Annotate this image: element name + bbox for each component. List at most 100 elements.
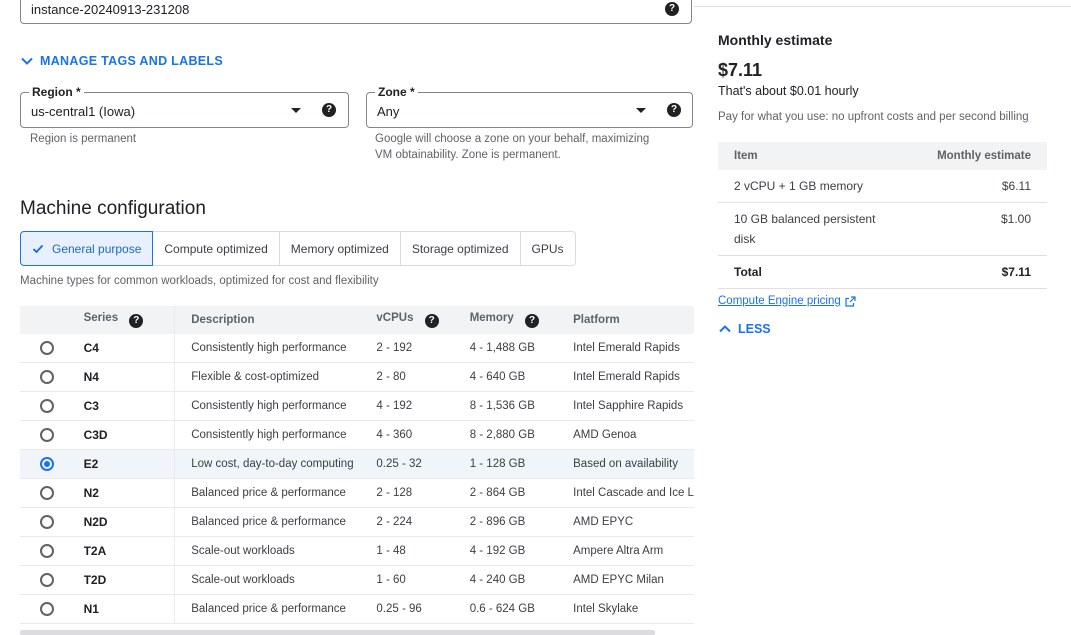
horizontal-scrollbar[interactable] <box>20 630 655 635</box>
series-vcpus: 2 - 128 <box>376 478 470 508</box>
series-description: Low cost, day-to-day computing <box>174 449 377 479</box>
series-memory: 8 - 1,536 GB <box>469 391 574 421</box>
series-radio[interactable] <box>40 515 54 529</box>
series-description: Balanced price & performance <box>174 478 377 508</box>
series-name: N4 <box>83 370 99 384</box>
series-row-c3d[interactable]: C3D Consistently high performance 4 - 360 8… <box>20 420 694 450</box>
series-radio-cell[interactable] <box>20 478 84 508</box>
series-radio-cell[interactable] <box>20 362 84 392</box>
tab-label: Storage optimized <box>411 241 509 256</box>
series-row-c3[interactable]: C3 Consistently high performance 4 - 192 8 … <box>20 391 694 421</box>
series-name-cell: T2D <box>83 565 176 595</box>
series-memory: 1 - 128 GB <box>469 449 574 479</box>
cost-item-line-1: 10 GB balanced persistent <box>734 212 876 226</box>
series-vcpus: 0.25 - 96 <box>376 594 470 624</box>
series-table-body: C4 Consistently high performance 2 - 192 4 … <box>20 334 694 624</box>
help-icon[interactable]: ? <box>129 314 144 328</box>
series-name: N2D <box>83 515 108 529</box>
series-platform: Ampere Altra Arm <box>573 536 694 566</box>
series-memory: 4 - 240 GB <box>469 565 574 595</box>
series-radio[interactable] <box>40 573 54 587</box>
series-name-cell: C3 <box>83 391 176 421</box>
series-name: T2D <box>83 573 107 587</box>
tab-general-purpose[interactable]: General purpose <box>20 231 154 266</box>
series-vcpus: 2 - 224 <box>376 507 470 537</box>
pricing-link-label: Compute Engine pricing <box>718 295 841 307</box>
help-icon[interactable]: ? <box>665 2 679 16</box>
series-radio-cell[interactable] <box>20 507 84 537</box>
dropdown-arrow-icon <box>636 108 646 113</box>
series-radio[interactable] <box>40 341 54 355</box>
estimate-hourly: That's about $0.01 hourly <box>718 84 859 98</box>
series-memory: 2 - 896 GB <box>469 507 574 537</box>
series-row-t2a[interactable]: T2A Scale-out workloads 1 - 48 4 - 192 GB Am… <box>20 536 694 566</box>
series-vcpus: 1 - 60 <box>376 565 470 595</box>
series-row-n2d[interactable]: N2D Balanced price & performance 2 - 224 2 … <box>20 507 694 537</box>
series-name-cell: N1 <box>83 594 176 624</box>
series-radio-cell[interactable] <box>20 420 84 450</box>
chevron-up-icon <box>719 325 731 333</box>
help-icon[interactable]: ? <box>424 314 439 328</box>
series-radio[interactable] <box>40 544 54 558</box>
chevron-down-icon <box>21 57 33 65</box>
zone-hint-line-1: Google will choose a zone on your behalf… <box>375 133 650 145</box>
series-radio-cell[interactable] <box>20 391 84 421</box>
vcpus-header-label: vCPUs <box>376 312 414 324</box>
series-row-n1[interactable]: N1 Balanced price & performance 0.25 - 96 0… <box>20 594 694 624</box>
tab-compute-optimized[interactable]: Compute optimized <box>153 231 280 266</box>
series-radio-cell[interactable] <box>20 594 84 624</box>
region-hint: Region is permanent <box>30 133 137 145</box>
help-icon[interactable]: ? <box>322 103 336 117</box>
instance-name-field[interactable]: instance-20240913-231208 ? <box>20 0 692 24</box>
manage-tags-toggle[interactable]: MANAGE TAGS AND LABELS <box>20 54 223 68</box>
machine-family-tabs: General purpose Compute optimized Memory… <box>20 231 576 266</box>
zone-select[interactable]: Zone * Any ? <box>366 85 693 128</box>
series-radio-cell[interactable] <box>20 536 84 566</box>
memory-header-label: Memory <box>469 312 514 324</box>
series-row-n2[interactable]: N2 Balanced price & performance 2 - 128 2 -… <box>20 478 694 508</box>
series-radio-cell[interactable] <box>20 565 84 595</box>
tab-gpus[interactable]: GPUs <box>520 231 576 266</box>
series-name-cell: C4 <box>83 334 176 363</box>
help-icon[interactable]: ? <box>667 103 681 117</box>
region-select[interactable]: Region * us-central1 (Iowa) ? <box>20 85 349 128</box>
tab-memory-optimized[interactable]: Memory optimized <box>279 231 401 266</box>
less-toggle[interactable]: LESS <box>718 322 771 336</box>
series-name: E2 <box>83 457 99 471</box>
item-column-header: Item <box>718 142 909 170</box>
series-row-c4[interactable]: C4 Consistently high performance 2 - 192 4 … <box>20 334 694 363</box>
series-radio-cell[interactable] <box>20 334 84 363</box>
series-row-t2d[interactable]: T2D Scale-out workloads 1 - 60 4 - 240 GB AM… <box>20 565 694 595</box>
memory-column-header: Memory ? <box>469 306 574 334</box>
series-platform: AMD EPYC <box>573 507 694 537</box>
tab-storage-optimized[interactable]: Storage optimized <box>400 231 521 266</box>
platform-header-label: Platform <box>573 314 620 326</box>
series-row-e2[interactable]: E2 Low cost, day-to-day computing 0.25 - 3… <box>20 449 694 479</box>
external-link-icon <box>845 295 856 307</box>
series-name: N2 <box>83 486 99 500</box>
platform-column-header: Platform <box>573 306 694 334</box>
series-platform: AMD EPYC Milan <box>573 565 694 595</box>
tab-label: General purpose <box>52 241 142 256</box>
help-icon[interactable]: ? <box>525 314 539 328</box>
series-radio[interactable] <box>40 370 54 384</box>
series-radio[interactable] <box>40 399 54 413</box>
series-radio[interactable] <box>40 457 54 471</box>
series-description: Consistently high performance <box>174 334 377 363</box>
series-row-n4[interactable]: N4 Flexible & cost-optimized 2 - 80 4 - 640… <box>20 362 694 392</box>
compute-engine-pricing-link[interactable]: Compute Engine pricing <box>718 295 856 307</box>
series-platform: Intel Emerald Rapids <box>573 362 694 392</box>
series-radio[interactable] <box>40 428 54 442</box>
series-platform: AMD Genoa <box>573 420 694 450</box>
series-vcpus: 4 - 360 <box>376 420 470 450</box>
series-radio-cell[interactable] <box>20 449 84 479</box>
dropdown-arrow-icon <box>291 108 301 113</box>
series-radio[interactable] <box>40 602 54 616</box>
series-radio[interactable] <box>40 486 54 500</box>
total-value: $7.11 <box>908 255 1047 289</box>
estimate-price: $7.11 <box>718 60 763 80</box>
series-memory: 4 - 640 GB <box>469 362 574 392</box>
series-vcpus: 4 - 192 <box>376 391 470 421</box>
series-vcpus: 2 - 80 <box>376 362 470 392</box>
series-platform: Based on availability <box>573 449 694 479</box>
